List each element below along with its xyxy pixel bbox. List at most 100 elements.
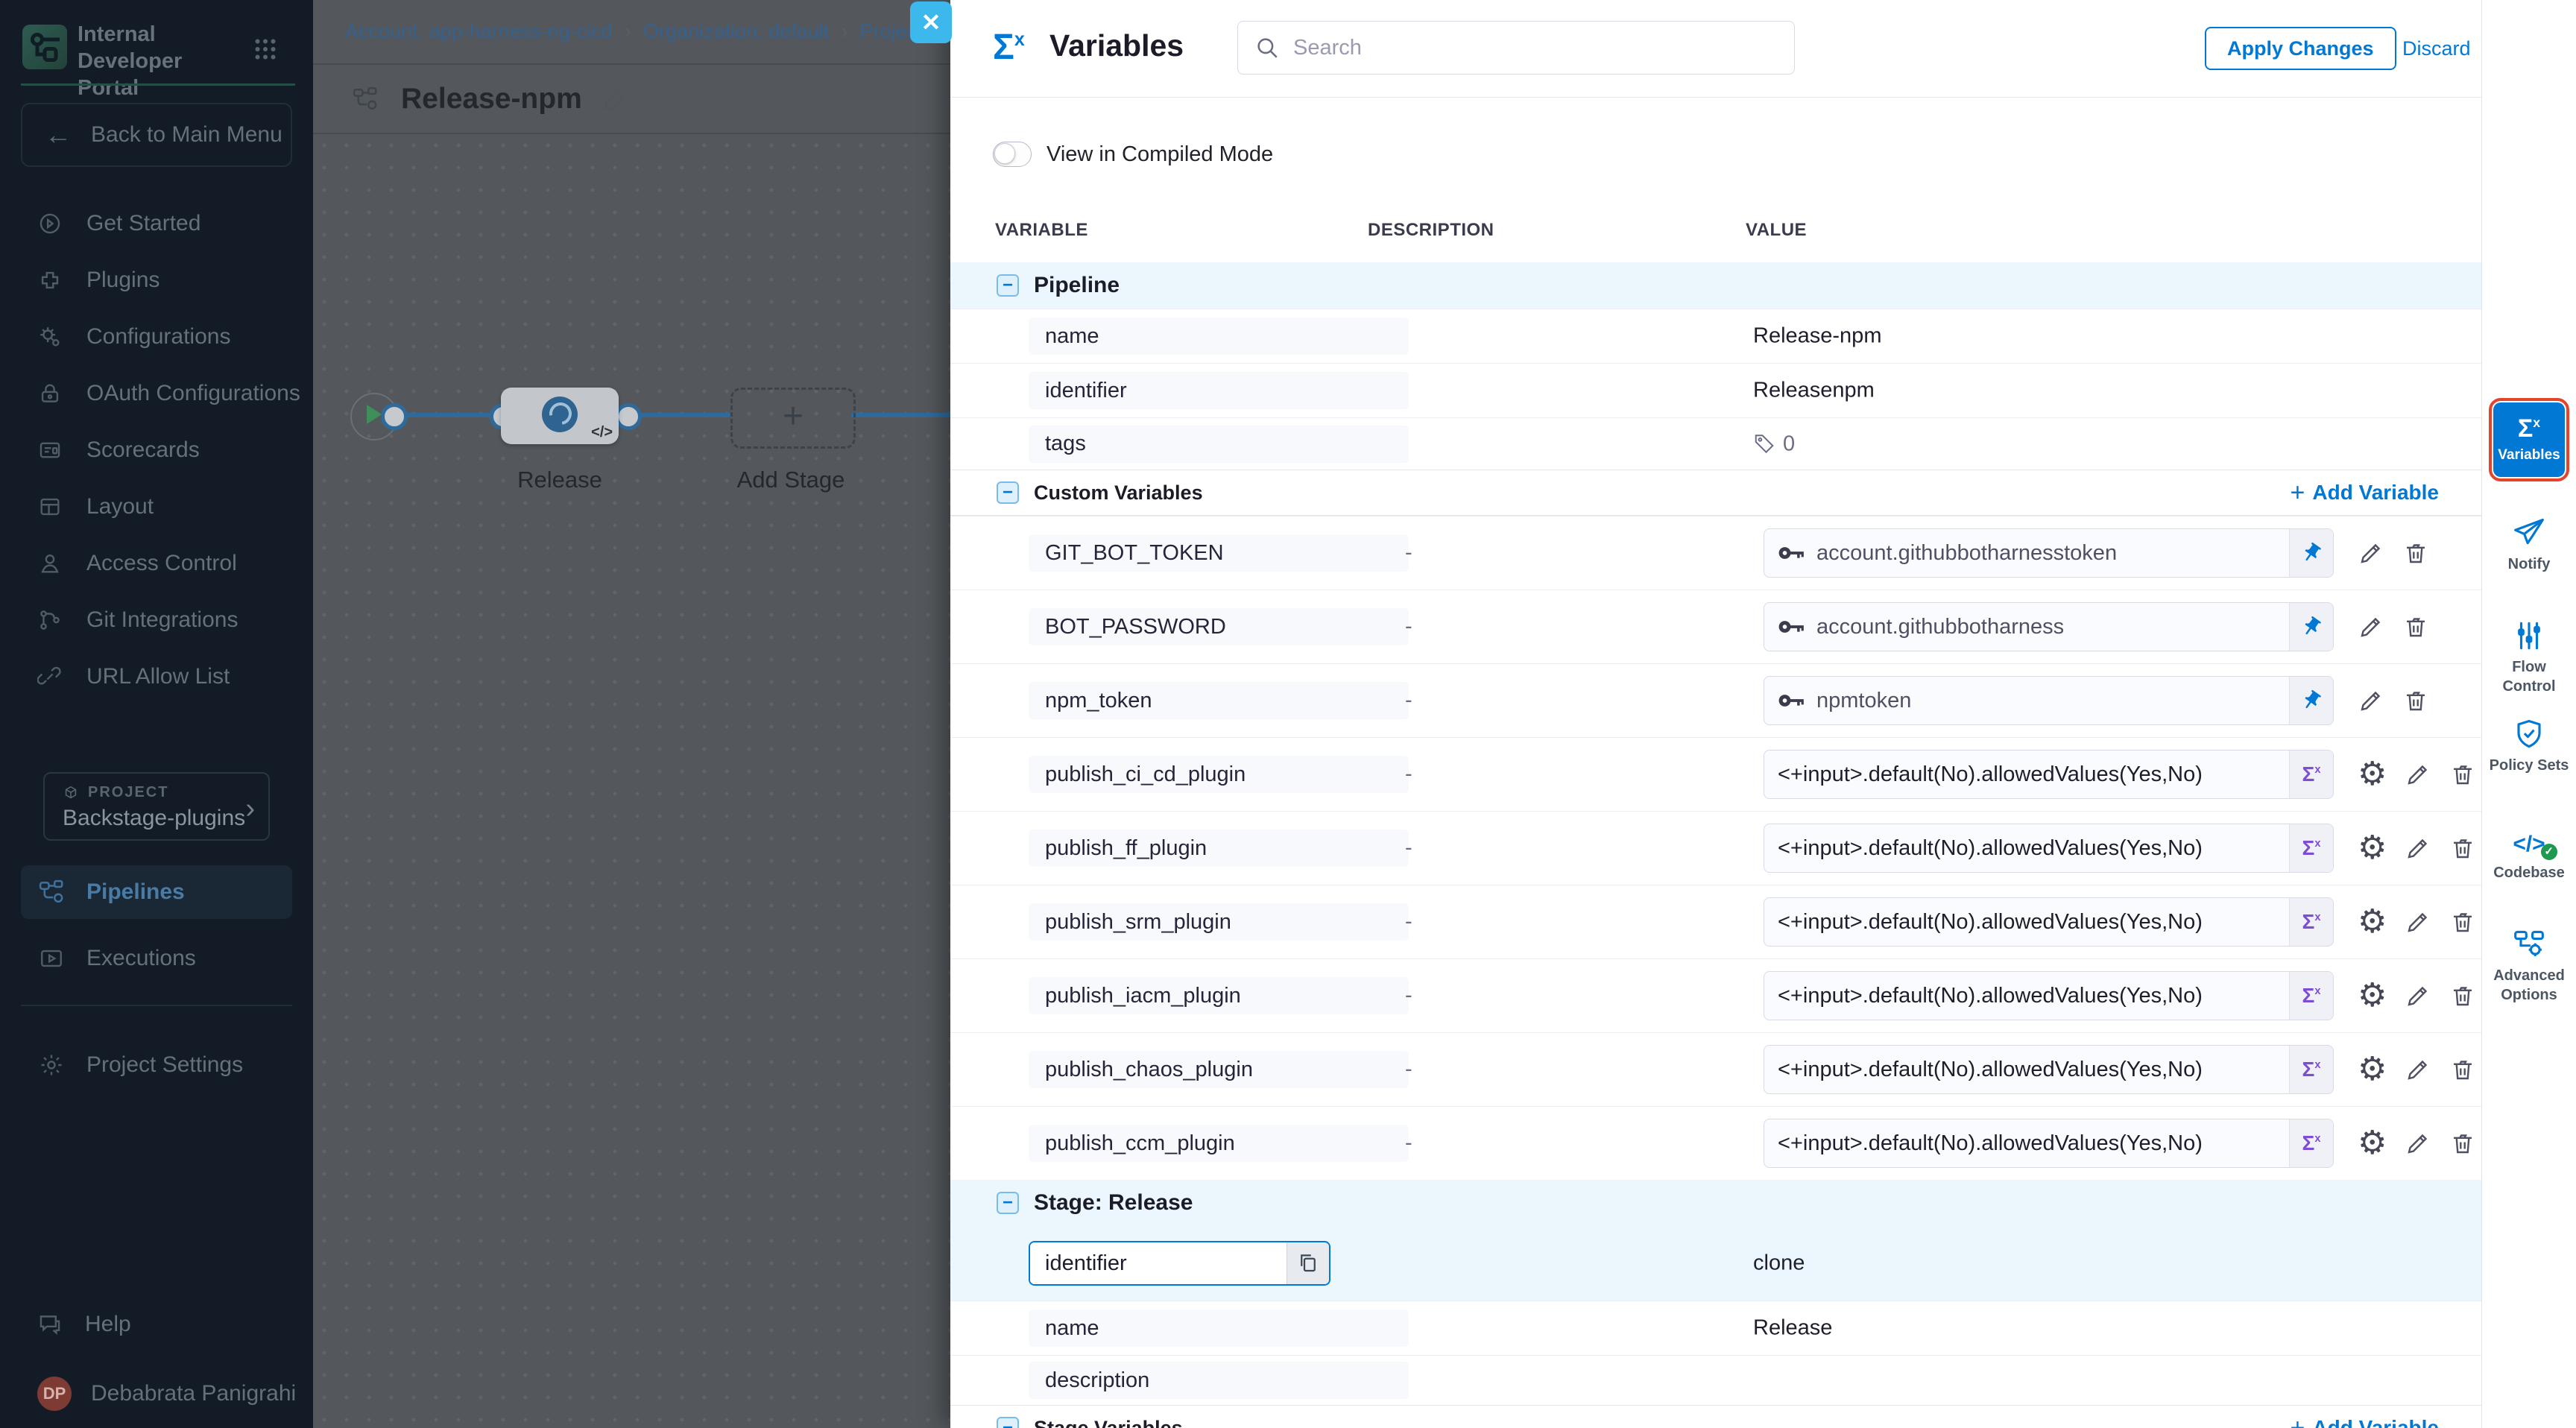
sigma-icon: Σx [2302,838,2321,859]
sidebar-item-configurations[interactable]: Configurations [0,309,313,365]
discard-button[interactable]: Discard [2402,37,2471,60]
expression-type-button[interactable]: Σx [2289,824,2333,872]
advanced-options-icon [2482,927,2576,960]
gear-icon [39,1052,64,1078]
search-input[interactable] [1292,35,1794,61]
collapse-icon[interactable]: − [997,1192,1019,1214]
delete-icon[interactable] [2449,1130,2476,1157]
expression-value-field[interactable]: <+input>.default(No).allowedValues(Yes,N… [1764,824,2334,873]
link-icon [37,664,63,689]
add-stage-label: Add Stage [716,467,865,493]
sidebar-item-pipelines[interactable]: Pipelines [21,865,292,919]
delete-icon[interactable] [2449,835,2476,862]
breadcrumb-organization[interactable]: Organization: default [643,20,829,43]
edit-icon[interactable] [2405,835,2431,862]
gear-icon[interactable]: ⚙ [2358,832,2387,865]
apply-changes-button[interactable]: Apply Changes [2205,27,2396,70]
delete-icon[interactable] [2449,909,2476,935]
close-drawer-button[interactable]: ✕ [910,1,952,43]
edit-icon[interactable] [2405,1056,2431,1083]
user-menu[interactable]: DP Debabrata Panigrahi [0,1368,313,1420]
sidebar-item-access-control[interactable]: Access Control [0,535,313,592]
edit-icon[interactable] [2358,613,2384,640]
edit-icon[interactable] [2358,687,2384,714]
expression-value-field[interactable]: <+input>.default(No).allowedValues(Yes,N… [1764,1119,2334,1168]
sidebar-item-layout[interactable]: Layout [0,478,313,535]
apps-grid-icon[interactable] [252,36,279,63]
sidebar-item-oauth-configurations[interactable]: OAuth Configurations [0,365,313,422]
expression-type-button[interactable]: Σx [2289,898,2333,946]
rail-item-flow-control[interactable]: Flow Control [2482,620,2576,696]
secret-value-field[interactable]: account.githubbotharness [1764,602,2334,651]
delete-icon[interactable] [2402,687,2429,714]
expression-type-button[interactable]: Σx [2289,751,2333,798]
add-stage-button[interactable]: + [730,388,856,449]
stage-card-release[interactable]: </> [501,388,619,444]
expression-value-field[interactable]: <+input>.default(No).allowedValues(Yes,N… [1764,897,2334,947]
back-to-main-menu-button[interactable]: ← Back to Main Menu [21,103,292,167]
edit-title-icon[interactable] [603,86,628,112]
sliders-icon [2482,620,2576,651]
compiled-mode-toggle[interactable] [993,142,1032,167]
collapse-icon[interactable]: − [997,1417,1019,1428]
sidebar-item-project-settings[interactable]: Project Settings [21,1038,292,1092]
sidebar-item-scorecards[interactable]: Scorecards [0,422,313,478]
expression-type-button[interactable]: Σx [2289,1119,2333,1167]
edit-icon[interactable] [2405,761,2431,788]
gear-icon[interactable]: ⚙ [2358,1053,2387,1086]
row-actions: ⚙ [2358,906,2476,938]
delete-icon[interactable] [2402,613,2429,640]
gear-icon[interactable]: ⚙ [2358,1127,2387,1160]
delete-icon[interactable] [2402,540,2429,566]
rail-item-codebase[interactable]: </>✓ Codebase [2482,832,2576,882]
pin-button[interactable] [2289,529,2333,577]
expression-value-field[interactable]: <+input>.default(No).allowedValues(Yes,N… [1764,1045,2334,1094]
rail-item-variables[interactable]: Σx Variables [2493,402,2565,477]
pin-button[interactable] [2289,677,2333,724]
gear-icon[interactable]: ⚙ [2358,906,2387,938]
copy-button[interactable] [1287,1242,1329,1284]
edit-icon[interactable] [2358,540,2384,566]
variable-row-description: description [950,1355,2482,1405]
rail-label: Variables [2498,447,2560,464]
expression-type-button[interactable]: Σx [2289,972,2333,1020]
project-selector[interactable]: PROJECT Backstage-plugins › [43,772,270,841]
sidebar-item-executions[interactable]: Executions [21,932,292,985]
person-icon [37,551,63,576]
rail-item-notify[interactable]: Notify [2482,516,2576,574]
expression-type-button[interactable]: Σx [2289,1046,2333,1093]
sidebar-item-url-allow-list[interactable]: URL Allow List [0,648,313,705]
connector-node[interactable] [381,403,408,430]
rail-item-advanced-options[interactable]: Advanced Options [2482,927,2576,1005]
rail-label: Flow Control [2482,657,2576,696]
sidebar-item-get-started[interactable]: Get Started [0,195,313,252]
delete-icon[interactable] [2449,1056,2476,1083]
identifier-input[interactable] [1030,1242,1287,1284]
avatar: DP [37,1377,72,1411]
secret-value-field[interactable]: account.githubbotharnesstoken [1764,528,2334,578]
gear-icon[interactable]: ⚙ [2358,758,2387,791]
rail-item-policy-sets[interactable]: Policy Sets [2482,718,2576,775]
add-variable-button[interactable]: +Add Variable [2291,470,2439,515]
gear-icon[interactable]: ⚙ [2358,979,2387,1012]
expression-value-field[interactable]: <+input>.default(No).allowedValues(Yes,N… [1764,750,2334,799]
section-title: Stage: Release [1034,1190,1193,1216]
secret-value-field[interactable]: npmtoken [1764,676,2334,725]
breadcrumb-account[interactable]: Account: app-harness-ng-cicd [345,20,613,43]
tags-value[interactable]: 0 [1753,432,1795,456]
delete-icon[interactable] [2449,761,2476,788]
sidebar-item-help[interactable]: Help [0,1301,313,1348]
collapse-icon[interactable]: − [997,481,1019,504]
pin-button[interactable] [2289,603,2333,651]
add-variable-button[interactable]: +Add Variable [2291,1406,2439,1428]
expression-value-field[interactable]: <+input>.default(No).allowedValues(Yes,N… [1764,971,2334,1020]
sidebar-item-plugins[interactable]: Plugins [0,252,313,309]
sidebar-item-git-integrations[interactable]: Git Integrations [0,592,313,648]
connector-node[interactable] [615,403,642,430]
left-sidebar: Internal Developer Portal ← Back to Main… [0,0,313,1428]
edit-icon[interactable] [2405,1130,2431,1157]
edit-icon[interactable] [2405,982,2431,1009]
edit-icon[interactable] [2405,909,2431,935]
collapse-icon[interactable]: − [997,274,1019,297]
delete-icon[interactable] [2449,982,2476,1009]
